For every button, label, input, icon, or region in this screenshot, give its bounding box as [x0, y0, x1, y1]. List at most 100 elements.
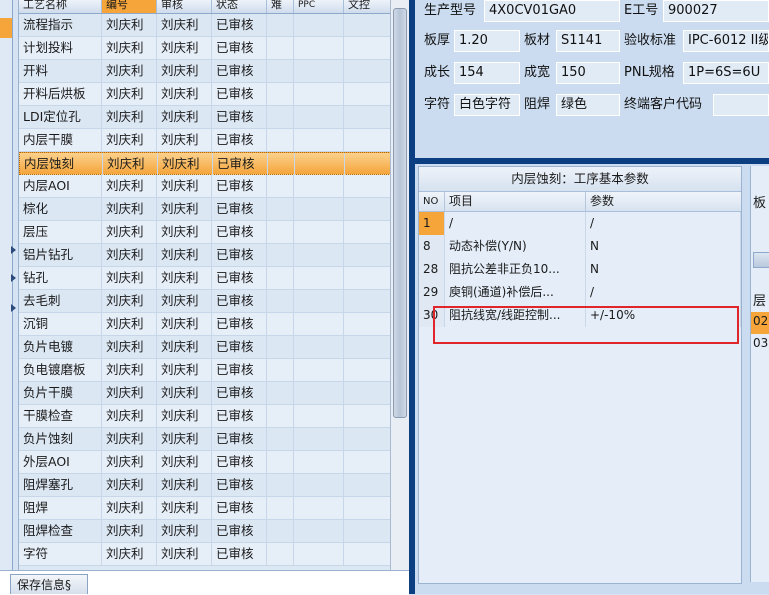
- side-row-2[interactable]: 03: [753, 336, 768, 350]
- param-cell-no[interactable]: 8: [419, 235, 445, 258]
- cell-empty[interactable]: [344, 83, 391, 105]
- side-row-1[interactable]: 02: [753, 314, 768, 328]
- table-row[interactable]: 负片电镀 刘庆利 刘庆利 已审核: [19, 336, 391, 359]
- cell-empty[interactable]: [267, 382, 294, 404]
- param-col-value[interactable]: 参数: [586, 192, 741, 211]
- cell-status[interactable]: 已审核: [212, 198, 267, 220]
- cell-code[interactable]: 刘庆利: [102, 198, 157, 220]
- cell-empty[interactable]: [344, 37, 391, 59]
- cell-empty[interactable]: [295, 153, 345, 175]
- cell-empty[interactable]: [267, 520, 294, 542]
- cell-code[interactable]: 刘庆利: [102, 106, 157, 128]
- table-row[interactable]: LDI定位孔 刘庆利 刘庆利 已审核: [19, 106, 391, 129]
- cell-status[interactable]: 已审核: [212, 14, 267, 36]
- cell-code[interactable]: 刘庆利: [102, 359, 157, 381]
- cell-review[interactable]: 刘庆利: [157, 60, 212, 82]
- cell-code[interactable]: 刘庆利: [102, 336, 157, 358]
- cell-status[interactable]: 已审核: [212, 497, 267, 519]
- cell-name[interactable]: 计划投料: [19, 37, 102, 59]
- table-row[interactable]: 负片干膜 刘庆利 刘庆利 已审核: [19, 382, 391, 405]
- splitter-arrow-icon[interactable]: [11, 304, 16, 312]
- cell-empty[interactable]: [267, 336, 294, 358]
- table-row[interactable]: 沉铜 刘庆利 刘庆利 已审核: [19, 313, 391, 336]
- table-row[interactable]: 字符 刘庆利 刘庆利 已审核: [19, 543, 391, 566]
- cell-name[interactable]: 层压: [19, 221, 102, 243]
- cell-empty[interactable]: [267, 313, 294, 335]
- cell-status[interactable]: 已审核: [212, 520, 267, 542]
- cell-name[interactable]: 开料后烘板: [19, 83, 102, 105]
- cell-status[interactable]: 已审核: [212, 405, 267, 427]
- cell-name[interactable]: 干膜检查: [19, 405, 102, 427]
- cell-empty[interactable]: [267, 175, 294, 197]
- param-cell-no[interactable]: 29: [419, 281, 445, 304]
- cell-empty[interactable]: [294, 474, 344, 496]
- cell-name[interactable]: 钻孔: [19, 267, 102, 289]
- cell-status[interactable]: 已审核: [212, 382, 267, 404]
- cell-empty[interactable]: [294, 60, 344, 82]
- table-row[interactable]: 棕化 刘庆利 刘庆利 已审核: [19, 198, 391, 221]
- table-row[interactable]: 内层干膜 刘庆利 刘庆利 已审核: [19, 129, 391, 152]
- cell-code[interactable]: 刘庆利: [102, 497, 157, 519]
- table-row[interactable]: 去毛刺 刘庆利 刘庆利 已审核: [19, 290, 391, 313]
- param-col-no[interactable]: NO: [419, 192, 445, 211]
- param-row[interactable]: 1//: [419, 212, 741, 235]
- col-header-difficulty[interactable]: 难: [267, 0, 294, 13]
- cell-name[interactable]: 内层干膜: [19, 129, 102, 151]
- cell-status[interactable]: 已审核: [212, 106, 267, 128]
- horizontal-splitter[interactable]: [415, 158, 769, 164]
- cell-status[interactable]: 已审核: [212, 451, 267, 473]
- cell-name[interactable]: 阻焊检查: [19, 520, 102, 542]
- cell-name[interactable]: 负片电镀: [19, 336, 102, 358]
- cell-review[interactable]: 刘庆利: [157, 267, 212, 289]
- cell-name[interactable]: 去毛刺: [19, 290, 102, 312]
- param-cell-no[interactable]: 1: [419, 212, 445, 235]
- material-field[interactable]: S1141: [556, 30, 620, 52]
- cell-empty[interactable]: [294, 37, 344, 59]
- save-info-tab[interactable]: 保存信息§: [10, 574, 88, 594]
- cell-review[interactable]: 刘庆利: [157, 244, 212, 266]
- cell-status[interactable]: 已审核: [212, 313, 267, 335]
- table-row[interactable]: 负电镀磨板 刘庆利 刘庆利 已审核: [19, 359, 391, 382]
- table-row[interactable]: 计划投料 刘庆利 刘庆利 已审核: [19, 37, 391, 60]
- cell-review[interactable]: 刘庆利: [157, 175, 212, 197]
- cell-empty[interactable]: [294, 290, 344, 312]
- cell-review[interactable]: 刘庆利: [157, 359, 212, 381]
- cell-review[interactable]: 刘庆利: [157, 221, 212, 243]
- cell-empty[interactable]: [344, 520, 391, 542]
- cell-empty[interactable]: [294, 382, 344, 404]
- table-row[interactable]: 开料 刘庆利 刘庆利 已审核: [19, 60, 391, 83]
- cell-empty[interactable]: [344, 474, 391, 496]
- cell-code[interactable]: 刘庆利: [102, 313, 157, 335]
- cell-status[interactable]: 已审核: [213, 153, 268, 175]
- cell-name[interactable]: LDI定位孔: [19, 106, 102, 128]
- param-cell-value[interactable]: N: [586, 258, 741, 281]
- cell-empty[interactable]: [267, 83, 294, 105]
- cell-code[interactable]: 刘庆利: [102, 428, 157, 450]
- table-row[interactable]: 开料后烘板 刘庆利 刘庆利 已审核: [19, 83, 391, 106]
- cell-empty[interactable]: [344, 382, 391, 404]
- cell-empty[interactable]: [344, 129, 391, 151]
- cell-empty[interactable]: [344, 451, 391, 473]
- cell-empty[interactable]: [267, 106, 294, 128]
- cell-status[interactable]: 已审核: [212, 175, 267, 197]
- cell-empty[interactable]: [344, 290, 391, 312]
- cell-empty[interactable]: [294, 497, 344, 519]
- cell-code[interactable]: 刘庆利: [102, 221, 157, 243]
- param-cell-value[interactable]: /: [586, 212, 741, 235]
- customer-field[interactable]: [713, 94, 769, 116]
- cell-review[interactable]: 刘庆利: [157, 106, 212, 128]
- cell-empty[interactable]: [267, 359, 294, 381]
- cell-empty[interactable]: [294, 520, 344, 542]
- col-header-status[interactable]: 状态: [212, 0, 267, 13]
- table-row[interactable]: 阻焊 刘庆利 刘庆利 已审核: [19, 497, 391, 520]
- pnl-field[interactable]: 1P=6S=6U: [683, 62, 769, 84]
- cell-review[interactable]: 刘庆利: [157, 543, 212, 565]
- cell-empty[interactable]: [344, 221, 391, 243]
- cell-code[interactable]: 刘庆利: [102, 175, 157, 197]
- cell-empty[interactable]: [294, 313, 344, 335]
- table-row[interactable]: 干膜检查 刘庆利 刘庆利 已审核: [19, 405, 391, 428]
- cell-name[interactable]: 负片蚀刻: [19, 428, 102, 450]
- cell-empty[interactable]: [344, 497, 391, 519]
- cell-name[interactable]: 开料: [19, 60, 102, 82]
- cell-empty[interactable]: [268, 153, 295, 175]
